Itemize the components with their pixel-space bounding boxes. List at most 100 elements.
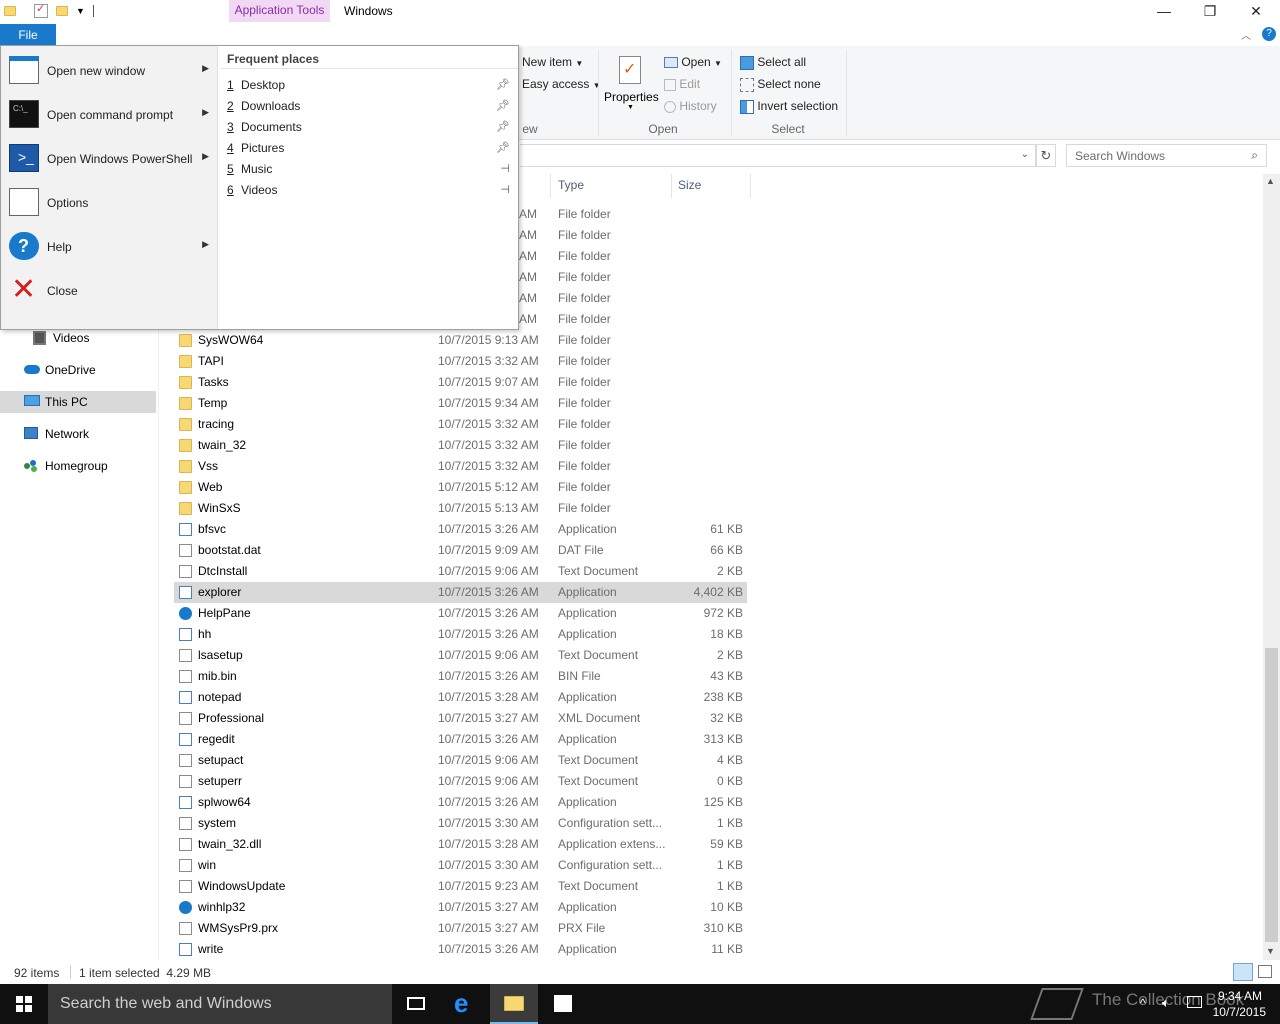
table-row[interactable]: SysWOW64 10/7/2015 9:13 AM File folder — [174, 330, 747, 351]
restore-button[interactable]: ❐ — [1187, 0, 1233, 22]
help-icon[interactable]: ? — [1262, 27, 1276, 41]
pinned-icon[interactable]: 📌︎ — [496, 117, 510, 137]
table-row[interactable]: twain_32 10/7/2015 3:32 AM File folder — [174, 435, 747, 456]
table-row[interactable]: Vss 10/7/2015 3:32 AM File folder — [174, 456, 747, 477]
nav-item-this-pc[interactable]: This PC — [0, 391, 156, 413]
help-icon — [179, 607, 192, 620]
table-row[interactable]: WMSysPr9.prx 10/7/2015 3:27 AM PRX File 310… — [174, 918, 747, 939]
properties-button[interactable]: ✓ Properties ▼ — [604, 54, 659, 116]
table-row[interactable]: lsasetup 10/7/2015 9:06 AM Text Document 2 … — [174, 645, 747, 666]
pin-icon[interactable]: ⊣ — [500, 180, 510, 200]
vertical-scrollbar[interactable]: ▲ ▼ — [1263, 174, 1280, 960]
file-menu-item[interactable]: >_ Open Windows PowerShell ▶ — [1, 136, 218, 180]
table-row[interactable]: winhlp32 10/7/2015 3:27 AM Application 10 K… — [174, 897, 747, 918]
task-view-button[interactable] — [392, 984, 440, 1024]
new-folder-icon[interactable] — [56, 4, 70, 18]
scrollbar-thumb[interactable] — [1265, 648, 1278, 942]
properties-icon[interactable]: ✓ — [34, 3, 48, 18]
start-button[interactable] — [0, 984, 48, 1024]
table-row[interactable]: DtcInstall 10/7/2015 9:06 AM Text Document… — [174, 561, 747, 582]
taskbar-search-box[interactable]: Search the web and Windows — [48, 984, 392, 1024]
store-taskbar-button[interactable] — [539, 984, 587, 1024]
details-view-icon[interactable] — [1233, 963, 1253, 981]
search-input[interactable]: Search Windows ⌕ — [1066, 144, 1267, 167]
table-row[interactable]: Temp 10/7/2015 9:34 AM File folder — [174, 393, 747, 414]
history-button[interactable]: History — [664, 99, 717, 113]
edge-taskbar-button[interactable]: e — [442, 984, 490, 1024]
table-row[interactable]: bootstat.dat 10/7/2015 9:09 AM DAT File 66 … — [174, 540, 747, 561]
frequent-place-item[interactable]: 1 Desktop 📌︎ — [227, 75, 516, 95]
table-row[interactable]: twain_32.dll 10/7/2015 3:28 AM Application… — [174, 834, 747, 855]
pin-icon[interactable]: ⊣ — [500, 159, 510, 179]
table-row[interactable]: Web 10/7/2015 5:12 AM File folder — [174, 477, 747, 498]
nav-item-network[interactable]: Network — [0, 423, 156, 445]
frequent-place-item[interactable]: 2 Downloads 📌︎ — [227, 96, 516, 116]
context-tab-application-tools[interactable]: Application Tools — [229, 0, 330, 22]
frequent-place-item[interactable]: 4 Pictures 📌︎ — [227, 138, 516, 158]
pinned-icon[interactable]: 📌︎ — [496, 96, 510, 116]
table-row[interactable]: explorer 10/7/2015 3:26 AM Application 4,40… — [174, 582, 747, 603]
address-bar[interactable]: ⌄ — [520, 144, 1036, 167]
nav-item-onedrive[interactable]: OneDrive — [0, 359, 156, 381]
nav-item-homegroup[interactable]: Homegroup — [0, 455, 156, 477]
file-explorer-taskbar-button[interactable] — [490, 984, 538, 1024]
column-header-size[interactable]: Size — [678, 178, 701, 192]
table-row[interactable]: tracing 10/7/2015 3:32 AM File folder — [174, 414, 747, 435]
table-row[interactable]: hh 10/7/2015 3:26 AM Application 18 KB — [174, 624, 747, 645]
frequent-place-item[interactable]: 6 Videos ⊣ — [227, 180, 516, 200]
edit-button[interactable]: Edit — [664, 77, 700, 91]
minimize-button[interactable]: — — [1141, 0, 1187, 22]
select-all-button[interactable]: Select all — [740, 55, 806, 70]
table-row[interactable]: splwow64 10/7/2015 3:26 AM Application 125 … — [174, 792, 747, 813]
select-none-button[interactable]: Select none — [740, 77, 821, 92]
close-button[interactable]: ✕ — [1233, 0, 1279, 22]
tray-chevron-icon[interactable]: ^ — [1140, 996, 1146, 1010]
customize-toolbar-icon[interactable]: ▼ — [76, 6, 90, 20]
clock-date[interactable]: 10/7/2015 — [1206, 1005, 1266, 1019]
new-item-button[interactable]: New item ▼ — [522, 55, 583, 69]
column-header-type[interactable]: Type — [558, 178, 584, 192]
table-row[interactable]: HelpPane 10/7/2015 3:26 AM Application 972 … — [174, 603, 747, 624]
frequent-place-item[interactable]: 3 Documents 📌︎ — [227, 117, 516, 137]
table-row[interactable]: system 10/7/2015 3:30 AM Configuration set… — [174, 813, 747, 834]
table-row[interactable]: bfsvc 10/7/2015 3:26 AM Application 61 KB — [174, 519, 747, 540]
column-separator[interactable] — [671, 174, 672, 198]
nav-item-videos[interactable]: Videos — [0, 327, 156, 349]
table-row[interactable]: TAPI 10/7/2015 3:32 AM File folder — [174, 351, 747, 372]
frequent-place-item[interactable]: 5 Music ⊣ — [227, 159, 516, 179]
refresh-icon[interactable]: ↻ — [1036, 144, 1056, 167]
action-center-icon[interactable] — [1187, 996, 1202, 1008]
table-row[interactable]: Professional 10/7/2015 3:27 AM XML Documen… — [174, 708, 747, 729]
column-separator[interactable] — [750, 174, 751, 198]
tab-file[interactable]: File — [0, 24, 56, 46]
table-row[interactable]: WindowsUpdate 10/7/2015 9:23 AM Text Docum… — [174, 876, 747, 897]
invert-selection-button[interactable]: Invert selection — [740, 99, 838, 114]
table-row[interactable]: mib.bin 10/7/2015 3:26 AM BIN File 43 KB — [174, 666, 747, 687]
table-row[interactable]: win 10/7/2015 3:30 AM Configuration sett..… — [174, 855, 747, 876]
file-menu-item[interactable]: C:\_ Open command prompt ▶ — [1, 92, 218, 136]
table-row[interactable]: setupact 10/7/2015 9:06 AM Text Document 4 … — [174, 750, 747, 771]
pinned-icon[interactable]: 📌︎ — [496, 138, 510, 158]
table-row[interactable]: Tasks 10/7/2015 9:07 AM File folder — [174, 372, 747, 393]
file-menu-item[interactable]: Options — [1, 180, 218, 224]
scroll-down-arrow[interactable]: ▼ — [1266, 946, 1275, 956]
open-button[interactable]: Open ▼ — [664, 55, 722, 69]
chevron-down-icon[interactable]: ⌄ — [1021, 149, 1029, 160]
easy-access-button[interactable]: Easy access ▼ — [522, 77, 601, 91]
table-row[interactable]: setuperr 10/7/2015 9:06 AM Text Document 0 … — [174, 771, 747, 792]
table-row[interactable]: write 10/7/2015 3:26 AM Application 11 KB — [174, 939, 747, 960]
file-menu-item[interactable]: ✕ Close — [1, 268, 218, 312]
scroll-up-arrow[interactable]: ▲ — [1266, 176, 1275, 186]
volume-icon[interactable]: 🔈︎ — [1162, 995, 1170, 1011]
table-row[interactable]: regedit 10/7/2015 3:26 AM Application 313 K… — [174, 729, 747, 750]
table-row[interactable]: notepad 10/7/2015 3:28 AM Application 238 K… — [174, 687, 747, 708]
pinned-icon[interactable]: 📌︎ — [496, 75, 510, 95]
table-row[interactable]: WinSxS 10/7/2015 5:13 AM File folder — [174, 498, 747, 519]
file-menu-item[interactable]: Open new window ▶ — [1, 48, 218, 92]
clock-time[interactable]: 9:34 AM — [1206, 989, 1262, 1003]
collapse-ribbon-icon[interactable]: ︿ — [1241, 27, 1251, 42]
file-menu-item[interactable]: ? Help ▶ — [1, 224, 218, 268]
file-name: hh — [198, 627, 212, 641]
column-separator[interactable] — [550, 174, 551, 198]
large-icons-view-icon[interactable] — [1258, 965, 1272, 978]
